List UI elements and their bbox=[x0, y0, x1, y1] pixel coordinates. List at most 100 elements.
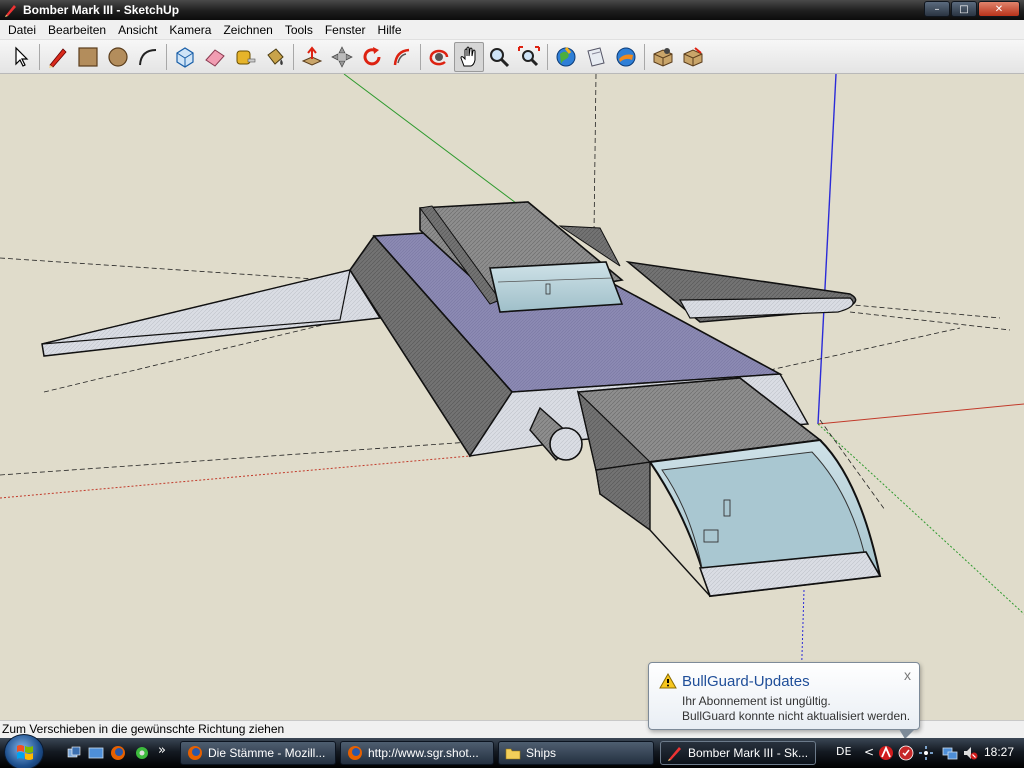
share-model-icon bbox=[587, 46, 605, 67]
menu-hilfe[interactable]: Hilfe bbox=[372, 20, 408, 40]
menu-zeichnen[interactable]: Zeichnen bbox=[217, 20, 278, 40]
toolbar-separator bbox=[39, 43, 40, 70]
network-icon[interactable] bbox=[942, 745, 958, 761]
arc-tool[interactable] bbox=[133, 42, 163, 72]
toolbar-separator bbox=[293, 43, 294, 70]
menu-bearbeiten[interactable]: Bearbeiten bbox=[42, 20, 112, 40]
menu-fenster[interactable]: Fenster bbox=[319, 20, 372, 40]
taskbar: » Die Stämme - Mozill... http://www.sgr.… bbox=[0, 734, 1024, 768]
taskbar-item-firefox-sgr[interactable]: http://www.sgr.shot... bbox=[340, 741, 494, 765]
arc-icon bbox=[139, 48, 157, 65]
paint-bucket-tool[interactable] bbox=[260, 42, 290, 72]
windows-logo-icon bbox=[17, 745, 33, 760]
menu-bar: Datei Bearbeiten Ansicht Kamera Zeichnen… bbox=[0, 20, 1024, 40]
select-icon bbox=[15, 46, 29, 67]
system-tray: DE < 18:27 bbox=[828, 738, 1024, 768]
taskbar-item-label: Bomber Mark III - Sk... bbox=[688, 746, 809, 760]
rotate-icon bbox=[363, 46, 381, 65]
tape-measure-tool[interactable] bbox=[230, 42, 260, 72]
rectangle-icon bbox=[78, 46, 98, 67]
taskbar-item-firefox-stamme[interactable]: Die Stämme - Mozill... bbox=[180, 741, 336, 765]
circle-icon bbox=[108, 46, 128, 67]
component-icon bbox=[653, 47, 673, 67]
warehouse-icon bbox=[683, 46, 703, 67]
network-activity-icon[interactable] bbox=[918, 745, 934, 761]
push-pull-icon bbox=[301, 45, 323, 66]
tape-measure-icon bbox=[236, 50, 256, 64]
menu-datei[interactable]: Datei bbox=[2, 20, 42, 40]
select-tool[interactable] bbox=[6, 42, 36, 72]
follow-me-icon bbox=[393, 48, 410, 65]
zoom-icon bbox=[490, 47, 510, 67]
left-wing bbox=[41, 269, 382, 357]
get-models-tool[interactable] bbox=[551, 42, 581, 72]
volume-muted-icon[interactable] bbox=[962, 745, 978, 761]
orbit-tool[interactable] bbox=[424, 42, 454, 72]
drawing-viewport[interactable] bbox=[0, 74, 1024, 720]
toolbar bbox=[0, 40, 1024, 74]
model-scene bbox=[0, 74, 1024, 720]
taskbar-item-sketchup[interactable]: Bomber Mark III - Sk... bbox=[660, 741, 816, 765]
firefox-icon bbox=[348, 746, 362, 760]
taskbar-item-ships[interactable]: Ships bbox=[498, 741, 654, 765]
eraser-icon bbox=[205, 48, 225, 67]
forward-cockpit bbox=[576, 377, 882, 598]
get-models-icon bbox=[556, 46, 576, 66]
notification-line: Ihr Abonnement ist ungültig. bbox=[682, 694, 831, 708]
notification-close-button[interactable]: x bbox=[904, 667, 911, 683]
minimize-button[interactable]: – bbox=[924, 1, 950, 17]
follow-me-tool[interactable] bbox=[387, 42, 417, 72]
toolbar-separator bbox=[420, 43, 421, 70]
menu-tools[interactable]: Tools bbox=[279, 20, 319, 40]
warehouse-tool[interactable] bbox=[678, 42, 708, 72]
paint-bucket-icon bbox=[267, 47, 284, 65]
pan-icon bbox=[460, 46, 476, 66]
sketchup-icon bbox=[5, 5, 16, 17]
rotate-tool[interactable] bbox=[357, 42, 387, 72]
toolbar-separator bbox=[547, 43, 548, 70]
move-icon bbox=[331, 45, 353, 68]
toolbar-separator bbox=[166, 43, 167, 70]
menu-kamera[interactable]: Kamera bbox=[163, 20, 217, 40]
orbit-icon bbox=[429, 49, 449, 65]
close-button[interactable]: ✕ bbox=[978, 1, 1020, 17]
folder-icon bbox=[505, 748, 521, 760]
gear-flower-icon[interactable] bbox=[134, 745, 150, 761]
google-earth-tool[interactable] bbox=[611, 42, 641, 72]
language-indicator[interactable]: DE bbox=[836, 745, 851, 758]
notification-title: BullGuard-Updates bbox=[682, 673, 810, 690]
switch-windows-icon[interactable] bbox=[66, 745, 82, 761]
rectangle-tool[interactable] bbox=[73, 42, 103, 72]
firefox-icon[interactable] bbox=[110, 745, 126, 761]
taskbar-item-label: Die Stämme - Mozill... bbox=[208, 746, 326, 760]
start-button[interactable] bbox=[4, 734, 44, 768]
eraser-tool[interactable] bbox=[200, 42, 230, 72]
zoom-extents-icon bbox=[518, 45, 540, 66]
zoom-tool[interactable] bbox=[484, 42, 514, 72]
warning-icon bbox=[659, 673, 677, 689]
pan-tool[interactable] bbox=[454, 41, 484, 72]
share-model-tool[interactable] bbox=[581, 42, 611, 72]
pencil-tool[interactable] bbox=[43, 42, 73, 72]
maximize-button[interactable]: □ bbox=[951, 1, 977, 17]
antivir-icon[interactable] bbox=[878, 745, 894, 761]
zoom-extents-tool[interactable] bbox=[514, 42, 544, 72]
component-tool[interactable] bbox=[648, 42, 678, 72]
quick-launch-more[interactable]: » bbox=[158, 743, 174, 759]
title-bar: Bomber Mark III - SketchUp – □ ✕ bbox=[0, 0, 1024, 20]
make-component-icon bbox=[176, 46, 194, 68]
google-earth-icon bbox=[616, 47, 636, 66]
bullguard-icon[interactable] bbox=[898, 745, 914, 761]
toolbar-separator bbox=[644, 43, 645, 70]
window-title: Bomber Mark III - SketchUp bbox=[23, 3, 180, 17]
show-desktop-icon[interactable] bbox=[88, 745, 104, 761]
push-pull-tool[interactable] bbox=[297, 42, 327, 72]
make-component-tool[interactable] bbox=[170, 42, 200, 72]
move-tool[interactable] bbox=[327, 42, 357, 72]
notification-balloon[interactable]: BullGuard-Updates Ihr Abonnement ist ung… bbox=[648, 662, 920, 739]
firefox-icon bbox=[188, 746, 202, 760]
taskbar-item-label: http://www.sgr.shot... bbox=[368, 746, 479, 760]
circle-tool[interactable] bbox=[103, 42, 133, 72]
taskbar-clock[interactable]: 18:27 bbox=[984, 745, 1014, 759]
menu-ansicht[interactable]: Ansicht bbox=[112, 20, 163, 40]
